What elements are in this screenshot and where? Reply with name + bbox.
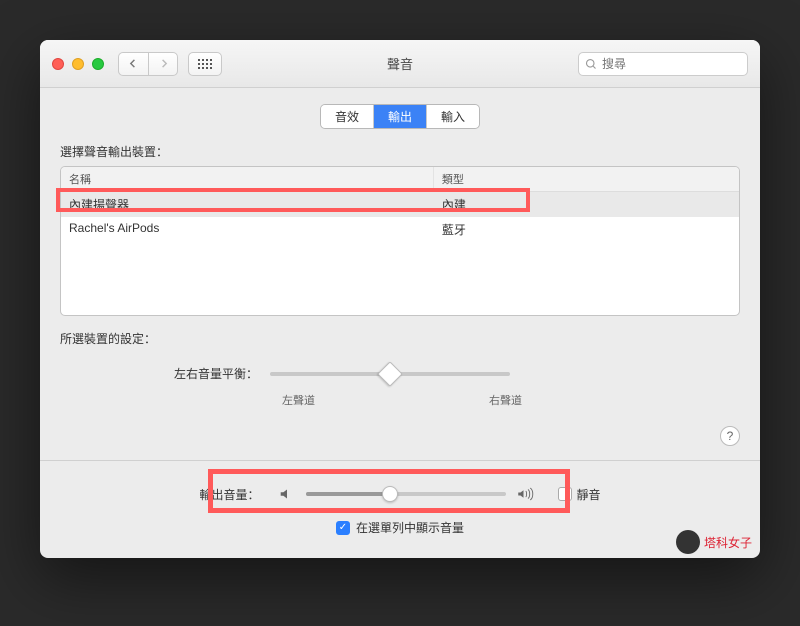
table-header: 名稱 類型 (61, 167, 739, 192)
search-field[interactable] (578, 52, 748, 76)
balance-right-label: 右聲道 (489, 392, 522, 408)
mute-checkbox-wrap: 靜音 (558, 486, 601, 503)
window-controls (52, 58, 104, 70)
close-icon[interactable] (52, 58, 64, 70)
device-type: 藍牙 (434, 217, 739, 242)
slider-knob[interactable] (382, 486, 398, 502)
forward-button[interactable] (148, 52, 178, 76)
balance-left-label: 左聲道 (282, 392, 315, 408)
minimize-icon[interactable] (72, 58, 84, 70)
zoom-icon[interactable] (92, 58, 104, 70)
output-volume-slider[interactable] (306, 492, 506, 496)
balance-label: 左右音量平衡： (60, 365, 270, 382)
sound-preferences-window: 聲音 音效 輸出 輸入 選擇聲音輸出裝置： 名稱 類型 內建揚聲器 內建 (40, 40, 760, 558)
output-volume-row: 輸出音量： 靜音 (60, 479, 740, 509)
balance-tick-labels: 左聲道 右聲道 (282, 392, 522, 408)
show-all-button[interactable] (188, 52, 222, 76)
column-type[interactable]: 類型 (434, 167, 739, 191)
divider (40, 460, 760, 461)
show-in-menubar-label: 在選單列中顯示音量 (356, 519, 464, 536)
help-button[interactable]: ? (720, 426, 740, 446)
nav-buttons (118, 52, 178, 76)
device-type: 內建 (434, 192, 739, 217)
tab-segmented-control: 音效 輸出 輸入 (60, 104, 740, 129)
search-icon (585, 58, 597, 70)
show-in-menubar-checkbox[interactable] (336, 521, 350, 535)
tab-input[interactable]: 輸入 (427, 105, 479, 128)
balance-row: 左右音量平衡： (60, 365, 740, 382)
search-input[interactable] (602, 57, 741, 71)
watermark: 塔科女子 (676, 530, 752, 554)
back-button[interactable] (118, 52, 148, 76)
output-volume-label: 輸出音量： (199, 486, 259, 503)
device-name: Rachel's AirPods (61, 217, 434, 242)
slider-knob[interactable] (377, 361, 402, 386)
tab-output[interactable]: 輸出 (374, 105, 427, 128)
avatar-icon (676, 530, 700, 554)
speaker-low-icon (278, 485, 296, 503)
window-title: 聲音 (387, 54, 413, 73)
table-row[interactable]: Rachel's AirPods 藍牙 (61, 217, 739, 242)
show-in-menubar-row: 在選單列中顯示音量 (60, 519, 740, 536)
grid-icon (198, 59, 212, 69)
select-output-device-label: 選擇聲音輸出裝置： (60, 143, 740, 160)
mute-checkbox[interactable] (558, 487, 572, 501)
device-name: 內建揚聲器 (61, 192, 434, 217)
content-area: 音效 輸出 輸入 選擇聲音輸出裝置： 名稱 類型 內建揚聲器 內建 Rachel… (40, 88, 760, 558)
output-device-list[interactable]: 名稱 類型 內建揚聲器 內建 Rachel's AirPods 藍牙 (60, 166, 740, 316)
mute-label: 靜音 (577, 486, 601, 503)
column-name[interactable]: 名稱 (61, 167, 434, 191)
device-settings-label: 所選裝置的設定： (60, 330, 740, 347)
watermark-text: 塔科女子 (704, 534, 752, 551)
balance-slider[interactable] (270, 372, 510, 376)
tab-sound-effects[interactable]: 音效 (321, 105, 374, 128)
table-row[interactable]: 內建揚聲器 內建 (61, 192, 739, 217)
titlebar: 聲音 (40, 40, 760, 88)
speaker-high-icon (516, 485, 534, 503)
